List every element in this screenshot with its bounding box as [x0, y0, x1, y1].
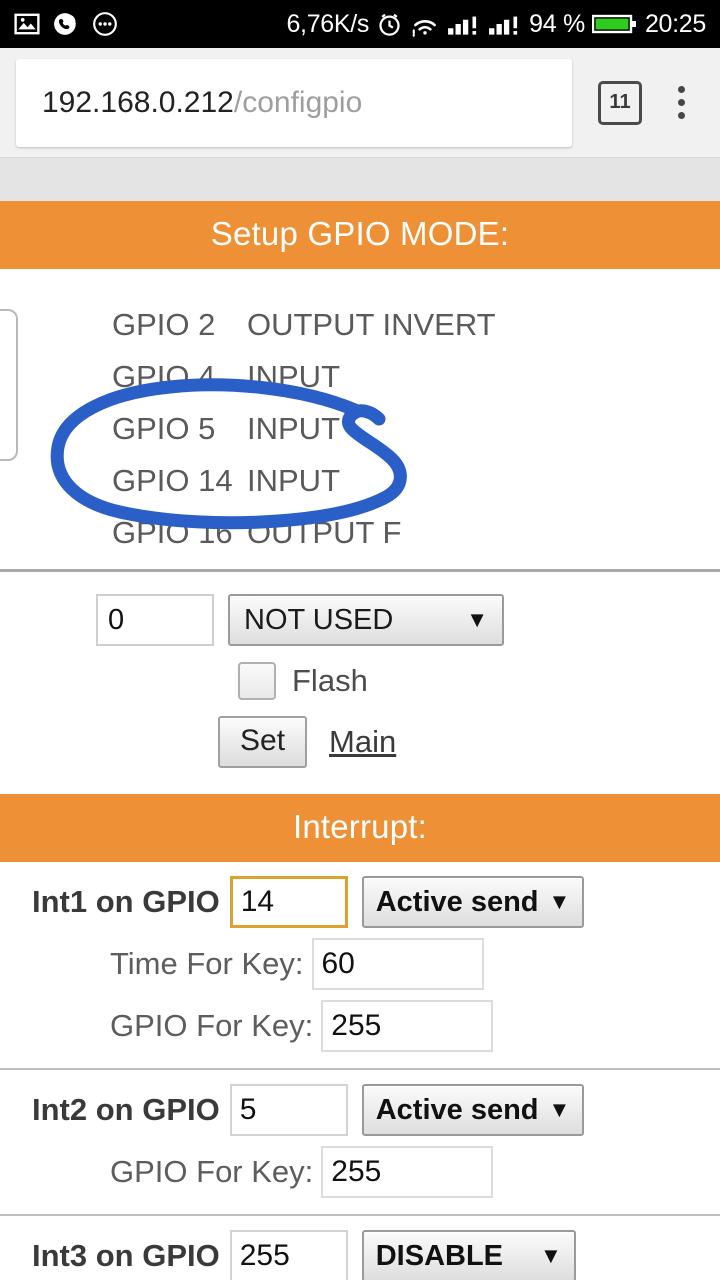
interrupt-block-3: Int3 on GPIO DISABLE ▼ GPIO For Key:	[0, 1216, 720, 1280]
gpio-row: GPIO 2 OUTPUT INVERT	[0, 299, 720, 351]
interrupt-2-header: Int2 on GPIO Active send ▼	[0, 1084, 720, 1136]
gpio-number-input[interactable]	[96, 594, 214, 646]
kebab-dot-1	[677, 86, 685, 93]
interrupt-3-action-value: DISABLE	[375, 1239, 504, 1272]
interrupt-block-2: Int2 on GPIO Active send ▼ GPIO For Key:	[0, 1070, 720, 1214]
interrupt-2-field-0-label: GPIO For Key:	[110, 1154, 314, 1189]
gpio-name: GPIO 14	[112, 463, 233, 498]
interrupt-1-field-1-input[interactable]	[321, 1000, 494, 1052]
chevron-down-icon: ▼	[548, 1097, 571, 1122]
interrupt-block-1: Int1 on GPIO Active send ▼ Time For Key:…	[0, 862, 720, 1068]
gpio-row: GPIO 4 INPUT	[0, 351, 720, 403]
alarm-clock-icon	[376, 11, 403, 38]
gpio-mode: INPUT	[247, 463, 340, 498]
section-header-interrupt: Interrupt:	[0, 794, 720, 862]
interrupt-2-label: Int2 on GPIO	[32, 1092, 220, 1127]
chevron-down-icon: ▼	[539, 1243, 562, 1268]
gpio-row: GPIO 16 OUTPUT F	[0, 507, 720, 559]
gpio-mode: INPUT	[247, 411, 340, 446]
tab-count-label: 11	[609, 91, 631, 113]
image-icon	[14, 11, 40, 37]
battery-percent: 94 %	[529, 9, 585, 38]
interrupt-2-field-row: GPIO For Key:	[0, 1146, 720, 1198]
gpio-name: GPIO 2	[112, 307, 216, 342]
battery-icon	[591, 11, 638, 37]
gpio-name: GPIO 4	[112, 359, 216, 394]
kebab-dot-2	[677, 99, 685, 106]
interrupt-1-gpio-input[interactable]	[229, 876, 348, 928]
wifi-icon	[410, 11, 440, 38]
interrupt-2-action-select[interactable]: Active send ▼	[361, 1084, 585, 1136]
interrupt-1-field-0-input[interactable]	[311, 938, 484, 990]
gpio-row: GPIO 5 INPUT	[0, 403, 720, 455]
signal-2-icon	[488, 11, 522, 37]
gpio-row: GPIO 14 INPUT	[0, 455, 720, 507]
gpio-name: GPIO 16	[112, 515, 233, 550]
interrupt-1-field-1-label: GPIO For Key:	[110, 1008, 314, 1043]
form-row-actions: Set Main	[0, 716, 720, 768]
interrupt-3-gpio-input[interactable]	[229, 1230, 348, 1280]
menu-icon[interactable]	[658, 86, 704, 119]
chevron-down-icon: ▼	[466, 607, 488, 632]
interrupt-2-action-value: Active send	[375, 1093, 539, 1126]
form-row-mode: NOT USED ▼	[0, 594, 720, 646]
set-button[interactable]: Set	[218, 716, 308, 768]
signal-1-icon	[447, 11, 481, 37]
kebab-dot-3	[677, 112, 685, 119]
section-header-gpio: Setup GPIO MODE:	[0, 201, 720, 269]
viber-icon	[53, 11, 79, 37]
form-row-flash: Flash	[0, 662, 720, 700]
flash-checkbox[interactable]	[238, 662, 276, 700]
interrupt-3-action-select[interactable]: DISABLE ▼	[361, 1230, 576, 1280]
interrupt-3-header: Int3 on GPIO DISABLE ▼	[0, 1230, 720, 1280]
url-host: 192.168.0.212	[42, 85, 234, 119]
chevron-down-icon: ▼	[548, 889, 571, 914]
interrupt-1-field-0-label: Time For Key:	[110, 946, 304, 981]
message-dots-icon	[92, 11, 118, 37]
network-speed: 6,76K/s	[286, 9, 370, 38]
interrupt-3-label: Int3 on GPIO	[32, 1238, 220, 1273]
interrupt-1-action-select[interactable]: Active send ▼	[361, 876, 585, 928]
interrupt-1-action-value: Active send	[375, 885, 539, 918]
tab-count-button[interactable]: 11	[598, 80, 642, 125]
gpio-config-form: NOT USED ▼ Flash Set Main	[0, 572, 720, 794]
status-bar-left-icons	[14, 11, 118, 37]
gpio-mode-select[interactable]: NOT USED ▼	[228, 594, 504, 646]
flash-label: Flash	[292, 663, 368, 698]
gpio-mode-select-value: NOT USED	[244, 603, 394, 636]
interrupt-1-field-row: Time For Key:	[0, 938, 720, 990]
interrupt-2-field-0-input[interactable]	[321, 1146, 494, 1198]
interrupt-1-label: Int1 on GPIO	[32, 884, 220, 919]
status-bar-right: 6,76K/s 94 % 20:25	[286, 10, 706, 39]
browser-toolbar: 192.168.0.212/configpio 11	[0, 48, 720, 158]
gpio-mode: INPUT	[247, 359, 340, 394]
main-link[interactable]: Main	[329, 724, 396, 760]
web-page: Setup GPIO MODE: GPIO 2 OUTPUT INVERT GP…	[0, 158, 720, 1280]
gpio-mode-list: GPIO 2 OUTPUT INVERT GPIO 4 INPUT GPIO 5…	[0, 269, 720, 569]
interrupt-2-gpio-input[interactable]	[229, 1084, 348, 1136]
clock: 20:25	[644, 9, 706, 38]
url-bar[interactable]: 192.168.0.212/configpio	[16, 58, 572, 147]
offscreen-control-box	[0, 309, 18, 461]
page-top-strip	[0, 158, 720, 201]
interrupt-1-field-row: GPIO For Key:	[0, 1000, 720, 1052]
url-path: /configpio	[233, 85, 363, 119]
gpio-name: GPIO 5	[112, 411, 216, 446]
gpio-mode: OUTPUT INVERT	[247, 307, 496, 342]
gpio-mode: OUTPUT F	[247, 515, 402, 550]
status-bar: 6,76K/s 94 % 20:25	[0, 0, 720, 48]
interrupt-1-header: Int1 on GPIO Active send ▼	[0, 876, 720, 928]
